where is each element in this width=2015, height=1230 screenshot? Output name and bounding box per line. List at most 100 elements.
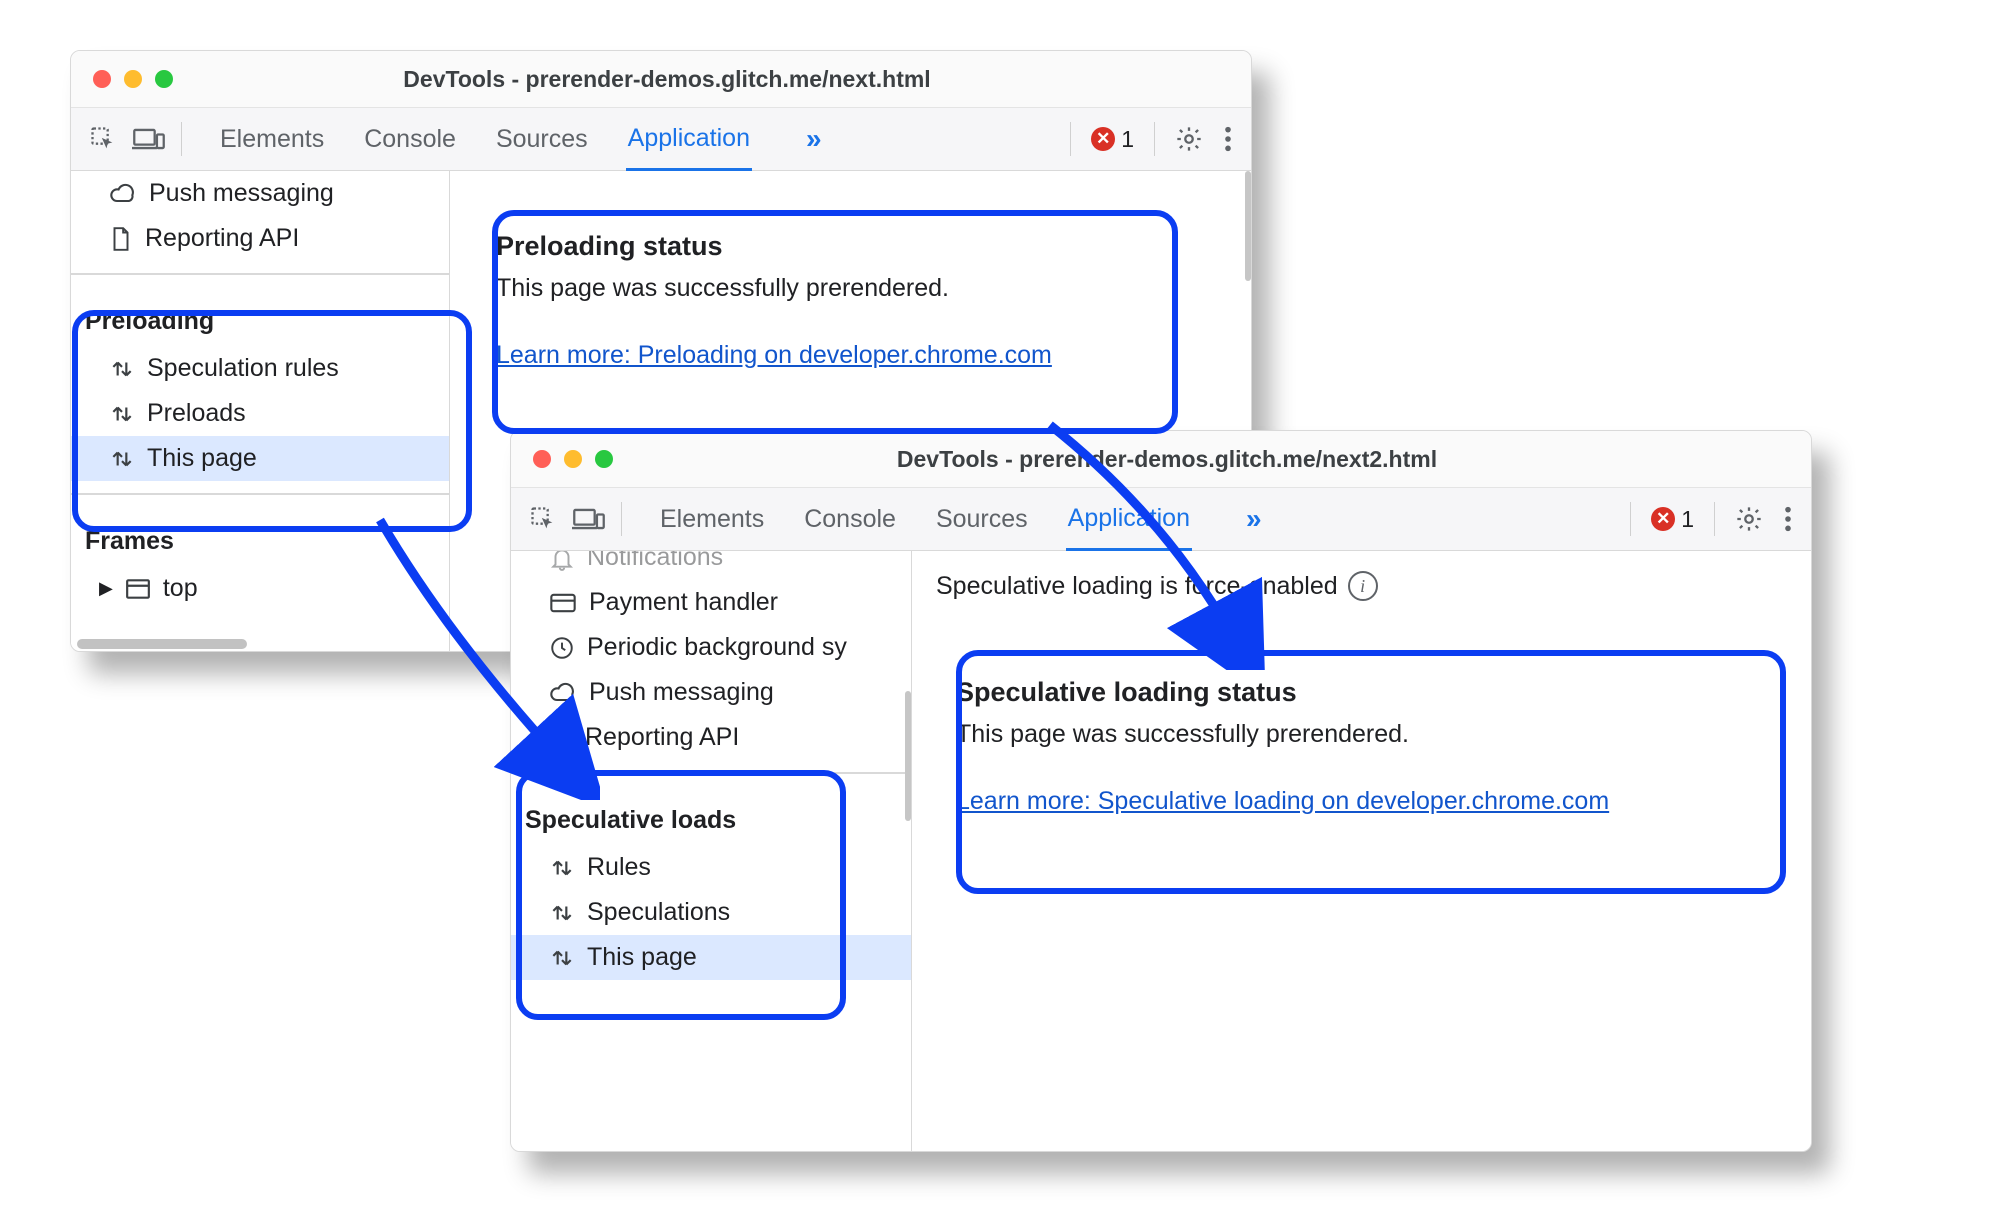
close-dot[interactable] (533, 450, 551, 468)
tabbar: Elements Console Sources Application » ✕… (511, 488, 1811, 551)
window-title: DevTools - prerender-demos.glitch.me/nex… (173, 66, 1161, 93)
separator (621, 502, 622, 536)
sidebar-item-reporting-api[interactable]: Reporting API (511, 715, 911, 760)
kebab-icon[interactable] (1783, 505, 1793, 533)
info-icon[interactable]: i (1348, 571, 1378, 601)
sidebar-item-push-messaging[interactable]: Push messaging (511, 670, 911, 715)
sidebar-item-label: Payment handler (589, 588, 778, 617)
status-heading: Speculative loading status (956, 677, 1767, 708)
sidebar-item-label: Reporting API (585, 723, 739, 752)
sidebar: Push messaging Reporting API Preloading … (71, 171, 450, 652)
sidebar-item-preloads[interactable]: Preloads (71, 391, 449, 436)
sidebar-item-label: Push messaging (589, 678, 774, 707)
titlebar: DevTools - prerender-demos.glitch.me/nex… (71, 51, 1251, 108)
tab-console[interactable]: Console (362, 110, 458, 169)
transfer-icon (109, 401, 135, 427)
gear-icon[interactable] (1175, 125, 1203, 153)
error-icon: ✕ (1091, 127, 1115, 151)
separator (1630, 502, 1631, 536)
sidebar-item-top[interactable]: ▶ top (71, 566, 449, 611)
sidebar-item-label: top (163, 574, 198, 603)
notice: Speculative loading is force-enabled i (936, 571, 1787, 601)
separator (71, 273, 449, 275)
transfer-icon (549, 855, 575, 881)
sidebar-item-this-page[interactable]: This page (511, 935, 911, 980)
sidebar-item-speculations[interactable]: Speculations (511, 890, 911, 935)
scrollbar-vertical[interactable] (1245, 171, 1251, 281)
separator (71, 493, 449, 495)
sidebar-item-label: Push messaging (149, 179, 334, 208)
sidebar-group-frames[interactable]: Frames (71, 507, 449, 566)
zoom-dot[interactable] (155, 70, 173, 88)
close-dot[interactable] (93, 70, 111, 88)
separator (1154, 122, 1155, 156)
sidebar-item-reporting-api[interactable]: Reporting API (71, 216, 449, 261)
transfer-icon (549, 945, 575, 971)
window-title: DevTools - prerender-demos.glitch.me/nex… (613, 446, 1721, 473)
learn-more-link[interactable]: Learn more: Speculative loading on devel… (956, 787, 1609, 815)
document-icon (549, 725, 573, 751)
sidebar-group-speculative-loads[interactable]: Speculative loads (511, 786, 911, 845)
sidebar-item-label: Notifications (587, 551, 723, 572)
sidebar-group-preloading[interactable]: Preloading (71, 287, 449, 346)
more-tabs-icon[interactable]: » (1246, 503, 1262, 535)
sidebar-item-push-messaging[interactable]: Push messaging (71, 171, 449, 216)
tab-application[interactable]: Application (1066, 489, 1192, 551)
tab-application[interactable]: Application (626, 109, 752, 171)
cloud-icon (549, 681, 577, 705)
document-icon (109, 226, 133, 252)
zoom-dot[interactable] (595, 450, 613, 468)
device-icon[interactable] (572, 505, 606, 533)
sidebar-item-label: Preloads (147, 399, 246, 428)
error-badge[interactable]: ✕ 1 (1091, 126, 1134, 153)
sidebar-item-payment-handler[interactable]: Payment handler (511, 580, 911, 625)
sidebar-item-label: This page (587, 943, 697, 972)
sidebar-item-rules[interactable]: Rules (511, 845, 911, 890)
traffic-lights (71, 70, 173, 88)
titlebar: DevTools - prerender-demos.glitch.me/nex… (511, 431, 1811, 488)
scrollbar-vertical[interactable] (905, 691, 911, 821)
separator (181, 122, 182, 156)
sidebar-item-notifications[interactable]: Notifications (511, 551, 911, 580)
kebab-icon[interactable] (1223, 125, 1233, 153)
sidebar-item-periodic-bg-sync[interactable]: Periodic background sy (511, 625, 911, 670)
sidebar-item-this-page[interactable]: This page (71, 436, 449, 481)
tab-elements[interactable]: Elements (218, 110, 326, 169)
transfer-icon (109, 446, 135, 472)
sidebar-item-label: Rules (587, 853, 651, 882)
status-body: This page was successfully prerendered. (496, 274, 1205, 303)
gear-icon[interactable] (1735, 505, 1763, 533)
tab-elements[interactable]: Elements (658, 490, 766, 549)
expand-icon[interactable]: ▶ (99, 578, 113, 599)
device-icon[interactable] (132, 125, 166, 153)
minimize-dot[interactable] (564, 450, 582, 468)
frame-icon (125, 578, 151, 600)
separator (1070, 122, 1071, 156)
transfer-icon (109, 356, 135, 382)
inspect-icon[interactable] (89, 125, 117, 153)
minimize-dot[interactable] (124, 70, 142, 88)
error-badge[interactable]: ✕ 1 (1651, 506, 1694, 533)
card-icon (549, 592, 577, 614)
tab-console[interactable]: Console (802, 490, 898, 549)
content-pane: Speculative loading is force-enabled i S… (912, 551, 1811, 1152)
sidebar-item-label: Periodic background sy (587, 633, 847, 662)
transfer-icon (549, 900, 575, 926)
tab-sources[interactable]: Sources (494, 110, 590, 169)
tabbar: Elements Console Sources Application » ✕… (71, 108, 1251, 171)
separator (1714, 502, 1715, 536)
more-tabs-icon[interactable]: » (806, 123, 822, 155)
error-icon: ✕ (1651, 507, 1675, 531)
status-body: This page was successfully prerendered. (956, 720, 1767, 749)
sidebar-item-speculation-rules[interactable]: Speculation rules (71, 346, 449, 391)
learn-more-link[interactable]: Learn more: Preloading on developer.chro… (496, 341, 1052, 369)
inspect-icon[interactable] (529, 505, 557, 533)
clock-icon (549, 635, 575, 661)
cloud-icon (109, 182, 137, 206)
error-count: 1 (1121, 126, 1134, 153)
notice-text: Speculative loading is force-enabled (936, 572, 1338, 601)
scrollbar-horizontal[interactable] (77, 639, 247, 649)
traffic-lights (511, 450, 613, 468)
tab-sources[interactable]: Sources (934, 490, 1030, 549)
sidebar: Notifications Payment handler Periodic b… (511, 551, 912, 1152)
